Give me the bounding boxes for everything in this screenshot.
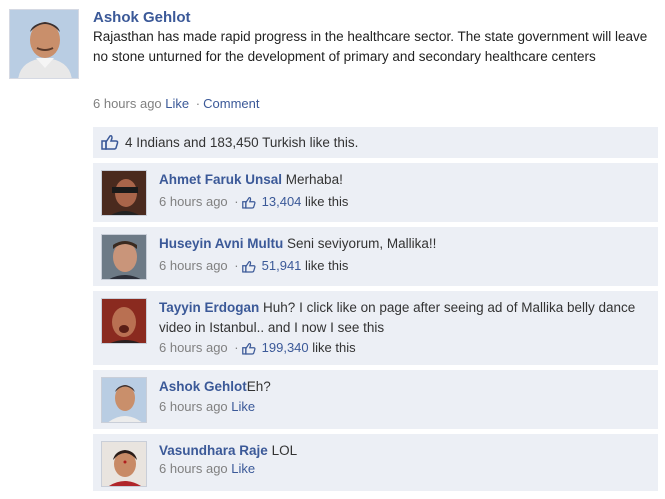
comment-meta: 6 hours ago Like [159, 461, 255, 476]
post-comment-link[interactable]: Comment [203, 96, 259, 111]
comment-text: Eh? [246, 379, 271, 394]
comment-item: Ashok GehlotEh? 6 hours ago Like [93, 370, 658, 429]
comment-author[interactable]: Ashok Gehlot [159, 379, 247, 394]
comment-text: Seni seviyorum, Mallika!! [287, 236, 437, 251]
comment-like-count[interactable]: 51,941 [262, 258, 302, 273]
comment-item: Huseyin Avni Multu Seni seviyorum, Malli… [93, 227, 658, 286]
thumbs-up-icon [101, 134, 119, 153]
comment-line: Huseyin Avni Multu Seni seviyorum, Malli… [159, 234, 649, 254]
comment-like-suffix: like this [305, 258, 349, 273]
post-author-avatar[interactable] [9, 9, 79, 79]
comment-timestamp: 6 hours ago [159, 340, 228, 355]
comment-avatar[interactable] [101, 441, 147, 487]
comment-like-count[interactable]: 13,404 [262, 194, 302, 209]
thumbs-up-icon[interactable] [241, 260, 256, 276]
post-timestamp: 6 hours ago [93, 96, 162, 111]
comment-timestamp: 6 hours ago [159, 399, 228, 414]
post-meta: 6 hours ago Like · Comment [93, 96, 259, 111]
comment-item: Tayyin Erdogan Huh? I click like on page… [93, 291, 658, 365]
dot-separator: · [234, 340, 239, 355]
comment-meta: 6 hours ago · 199,340 like this [159, 340, 356, 358]
comment-avatar[interactable] [101, 170, 147, 216]
thumbs-up-icon[interactable] [241, 196, 256, 212]
dot-separator: · [234, 194, 239, 209]
post-like-link[interactable]: Like [165, 96, 189, 111]
comment-like-suffix: like this [305, 194, 349, 209]
post-author-name[interactable]: Ashok Gehlot [93, 9, 191, 26]
comment-avatar[interactable] [101, 377, 147, 423]
comment-meta: 6 hours ago · 13,404 like this [159, 194, 348, 212]
comment-timestamp: 6 hours ago [159, 258, 228, 273]
comment-avatar[interactable] [101, 234, 147, 280]
comment-like-link[interactable]: Like [231, 461, 255, 476]
comment-line: Tayyin Erdogan Huh? I click like on page… [159, 298, 649, 338]
thumbs-up-icon[interactable] [241, 342, 256, 358]
comment-text: Merhaba! [285, 172, 343, 187]
comment-meta: 6 hours ago Like [159, 399, 255, 414]
comment-item: Ahmet Faruk Unsal Merhaba! 6 hours ago ·… [93, 163, 658, 222]
comment-like-count[interactable]: 199,340 [262, 340, 309, 355]
comment-line: Ashok GehlotEh? [159, 377, 649, 397]
comment-author[interactable]: Tayyin Erdogan [159, 300, 259, 315]
likes-summary-bar: 4 Indians and 183,450 Turkish like this. [93, 127, 658, 158]
comment-avatar[interactable] [101, 298, 147, 344]
comment-author[interactable]: Ahmet Faruk Unsal [159, 172, 282, 187]
comment-author[interactable]: Huseyin Avni Multu [159, 236, 283, 251]
comment-author[interactable]: Vasundhara Raje [159, 443, 268, 458]
dot-separator: · [195, 96, 201, 111]
comment-text: LOL [271, 443, 298, 458]
comment-meta: 6 hours ago · 51,941 like this [159, 258, 348, 276]
likes-summary-text[interactable]: 4 Indians and 183,450 Turkish like this. [125, 135, 358, 150]
comment-timestamp: 6 hours ago [159, 194, 228, 209]
comment-item: Vasundhara Raje LOL 6 hours ago Like [93, 434, 658, 491]
comment-timestamp: 6 hours ago [159, 461, 228, 476]
comment-line: Vasundhara Raje LOL [159, 441, 649, 461]
facebook-post: Ashok Gehlot Rajasthan has made rapid pr… [0, 0, 665, 499]
post-text: Rajasthan has made rapid progress in the… [93, 29, 648, 64]
comment-line: Ahmet Faruk Unsal Merhaba! [159, 170, 649, 190]
comment-like-suffix: like this [312, 340, 356, 355]
dot-separator: · [234, 258, 239, 273]
comment-like-link[interactable]: Like [231, 399, 255, 414]
